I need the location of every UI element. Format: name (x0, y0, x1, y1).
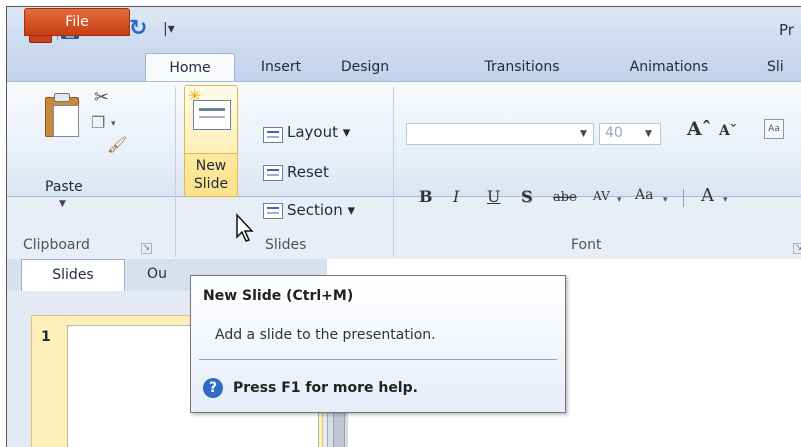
group-separator (393, 87, 394, 257)
new-slide-label-line1: New (195, 158, 227, 174)
font-color-icon[interactable]: A (701, 185, 714, 206)
cut-icon[interactable]: ✂ (94, 87, 109, 108)
redo-icon[interactable]: ↻ (129, 16, 147, 41)
tooltip-title: New Slide (Ctrl+M) (203, 288, 354, 304)
section-button[interactable]: Section ▾ (287, 201, 355, 219)
slides-group-label: Slides (265, 237, 307, 253)
tooltip-separator (199, 359, 557, 360)
new-slide-button[interactable]: ✳ New Slide (184, 85, 238, 197)
font-launcher-icon[interactable]: ↘ (793, 243, 801, 254)
tab-insert[interactable]: Insert (245, 53, 317, 81)
character-spacing-icon[interactable]: AV (593, 189, 610, 203)
tab-animations[interactable]: Animations (619, 53, 719, 81)
italic-icon[interactable]: I (453, 187, 459, 206)
shrink-font-icon[interactable]: Aˇ (719, 123, 737, 139)
clipboard-launcher-icon[interactable]: ↘ (141, 243, 152, 254)
spacing-dropdown-caret[interactable]: ▾ (617, 195, 622, 205)
font-size-dropdown-caret[interactable]: ▼ (645, 129, 652, 139)
new-star-icon: ✳ (188, 86, 202, 105)
reset-button[interactable]: Reset (287, 163, 329, 181)
help-icon: ? (203, 378, 223, 398)
reset-icon (263, 165, 283, 181)
font-color-dropdown-caret[interactable]: ▾ (723, 195, 728, 205)
tab-design[interactable]: Design (325, 53, 405, 81)
font-size-value: 40 (605, 125, 623, 141)
layout-icon (263, 127, 283, 143)
group-separator (175, 87, 176, 257)
layout-button[interactable]: Layout ▾ (287, 123, 350, 141)
paste-icon[interactable] (45, 91, 81, 137)
customize-quick-access-icon[interactable]: |▾ (163, 21, 175, 37)
paste-dropdown-caret[interactable]: ▼ (59, 199, 66, 209)
mouse-cursor-icon (236, 213, 254, 242)
slide-number: 1 (41, 329, 51, 345)
tab-file[interactable]: File (24, 8, 130, 36)
tab-transitions[interactable]: Transitions (467, 53, 577, 81)
tab-slides[interactable]: Slides (21, 259, 125, 291)
font-name-dropdown-caret[interactable]: ▼ (580, 129, 587, 139)
format-painter-icon[interactable]: 🖌 (107, 135, 127, 154)
case-dropdown-caret[interactable]: ▾ (663, 195, 668, 205)
copy-icon[interactable]: ❐ (91, 113, 105, 132)
clear-formatting-icon[interactable]: Aa (764, 119, 784, 139)
font-group-label: Font (571, 237, 602, 253)
underline-icon[interactable]: U (487, 187, 500, 206)
bold-icon[interactable]: B (419, 187, 433, 206)
tab-outline[interactable]: Ou (127, 259, 187, 290)
grow-font-icon[interactable]: Aˆ (687, 118, 711, 140)
tab-slide-show[interactable]: Sli (767, 53, 801, 81)
window-title: Pr (779, 21, 794, 39)
tab-home[interactable]: Home (145, 53, 235, 83)
section-icon (263, 203, 283, 219)
new-slide-label-line2: Slide (193, 176, 229, 192)
clipboard-group-label: Clipboard (23, 237, 90, 253)
font-name-input[interactable] (406, 123, 594, 145)
powerpoint-window: P ↶ ▼ ↻ |▾ Pr File Home Insert Design Tr… (6, 6, 801, 447)
strikethrough-icon[interactable]: abe (553, 190, 577, 205)
tooltip-help-text: Press F1 for more help. (233, 380, 418, 396)
shadow-icon[interactable]: S (521, 187, 533, 206)
tooltip-description: Add a slide to the presentation. (215, 327, 436, 343)
font-separator (683, 189, 684, 207)
change-case-icon[interactable]: Aa (635, 187, 653, 203)
paste-button-label[interactable]: Paste (45, 179, 83, 195)
copy-dropdown-caret[interactable]: ▾ (111, 119, 116, 129)
new-slide-tooltip: New Slide (Ctrl+M) Add a slide to the pr… (190, 275, 566, 413)
